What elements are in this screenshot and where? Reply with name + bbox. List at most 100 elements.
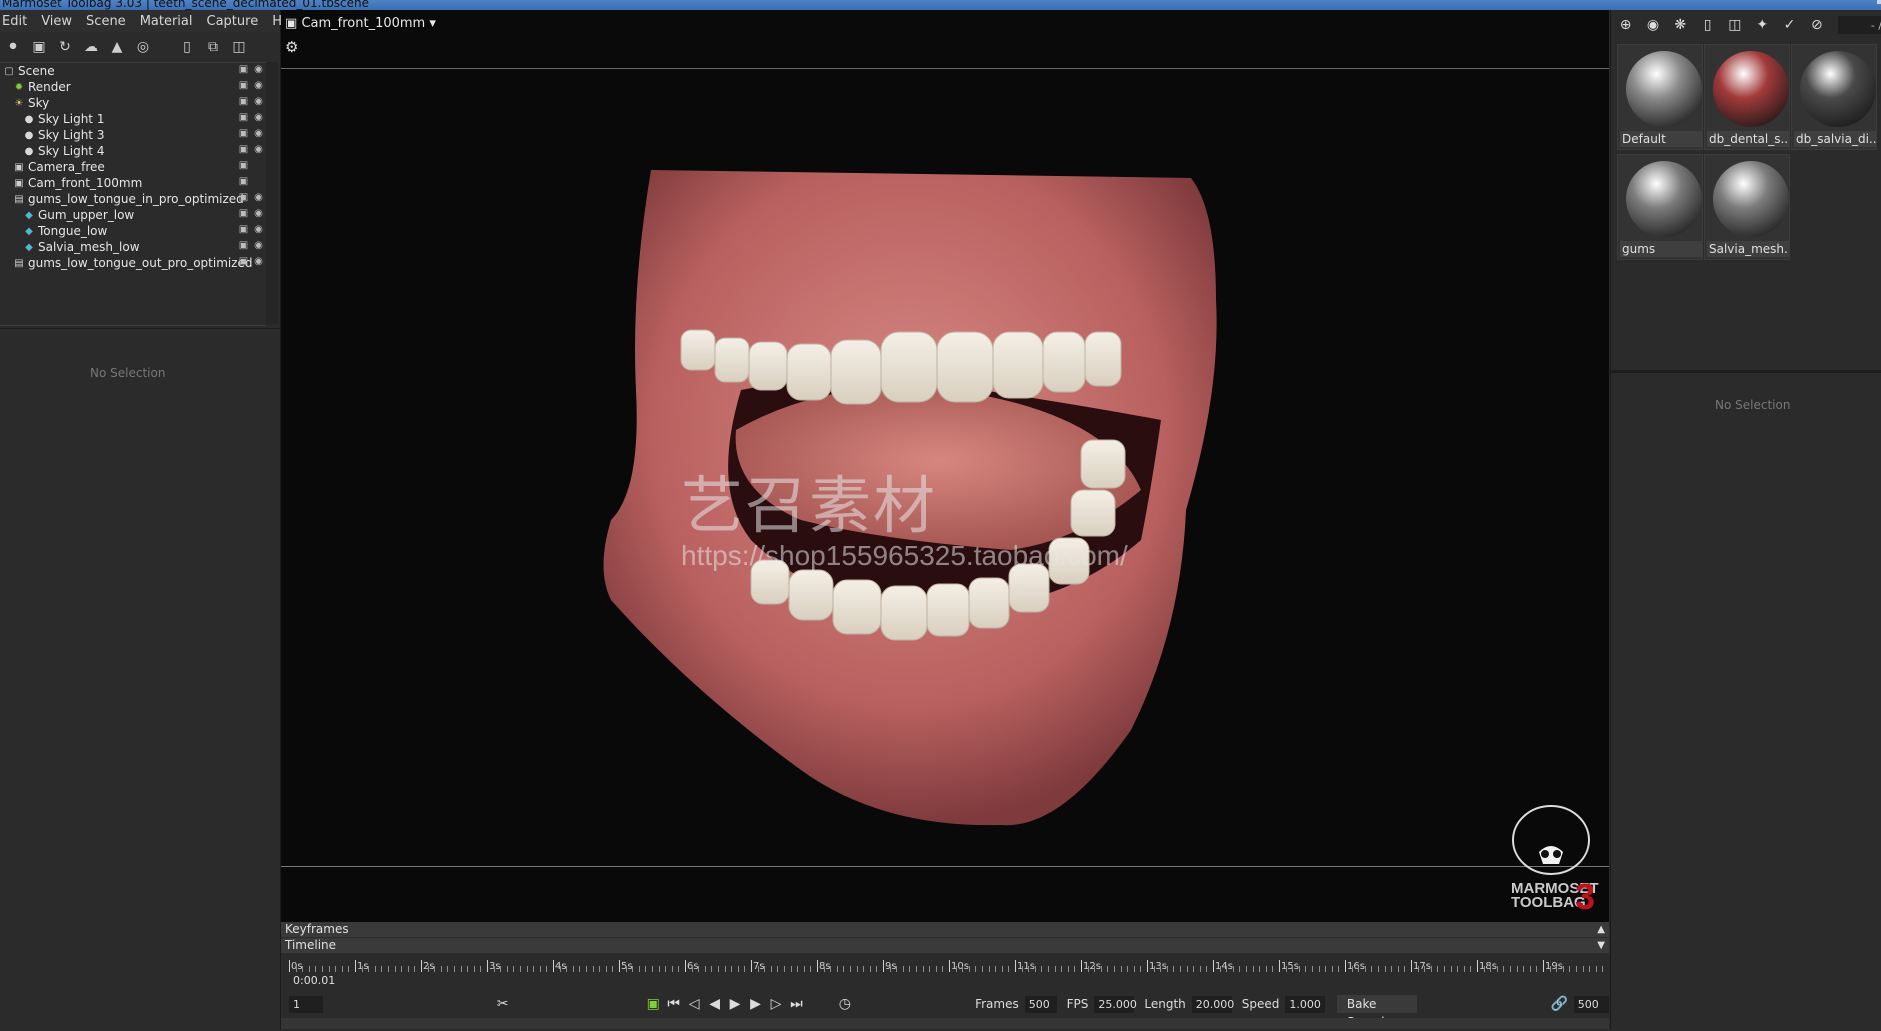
outliner-item[interactable]: ▤gums_low_tongue_out_pro_optimized▣◉ (0, 255, 266, 271)
prev-keyframe-icon[interactable]: ◁ (684, 996, 704, 1012)
lock-icon[interactable]: ▣ (238, 96, 249, 107)
outliner-item[interactable]: ▣Cam_front_100mm▣ (0, 175, 266, 191)
light-icon: ● (22, 129, 36, 141)
lock-icon[interactable]: ▣ (238, 192, 249, 203)
lock-icon[interactable]: ▣ (238, 144, 249, 155)
menu-item-capture[interactable]: Capture (200, 14, 266, 29)
fps-field[interactable]: 25.000 (1094, 996, 1134, 1013)
timeline-ruler[interactable]: 0s1s2s3s4s5s6s7s8s9s10s11s12s13s14s15s16… (289, 960, 1605, 986)
material-grid-icon[interactable]: ❋ (1670, 15, 1691, 35)
menu-item-view[interactable]: View (34, 14, 79, 29)
length-field[interactable]: 20.000 (1192, 996, 1232, 1013)
collapse-icon[interactable]: ▼ (1597, 938, 1605, 953)
lock-icon[interactable]: ▣ (238, 256, 249, 267)
lock-icon[interactable]: ▣ (238, 160, 249, 171)
skip-to-start-icon[interactable]: ⏮ (663, 996, 683, 1012)
picker-icon[interactable]: ✦ (1752, 15, 1773, 35)
fog-icon[interactable]: ☁ (78, 36, 104, 58)
visibility-eye-icon[interactable]: ◉ (253, 128, 264, 139)
timeline-track[interactable] (281, 1018, 1609, 1029)
visibility-eye-icon[interactable]: ◉ (253, 80, 264, 91)
menu-item-material[interactable]: Material (133, 14, 200, 29)
material-swatch[interactable]: db_dental_s... (1704, 44, 1790, 150)
shadow-icon[interactable]: ▲ (104, 36, 130, 58)
trash-icon[interactable]: ◫ (1724, 15, 1745, 35)
scissors-icon[interactable]: ✂ (493, 996, 513, 1012)
lock-icon[interactable]: ▣ (238, 64, 249, 75)
outliner-item[interactable]: ✹Render▣◉ (0, 79, 266, 95)
end-frame-field[interactable]: 500 (1574, 996, 1609, 1013)
keyframes-header[interactable]: Keyframes ▲ (281, 922, 1609, 937)
viewport[interactable]: ▣ Cam_front_100mm ▾ ⚙ (281, 10, 1609, 922)
loop-icon[interactable]: ▣ (643, 996, 663, 1012)
apply-icon[interactable]: ✓ (1779, 15, 1800, 35)
bake-speed-button[interactable]: Bake Speed (1337, 995, 1417, 1013)
material-swatch[interactable]: db_salvia_di... (1791, 44, 1877, 150)
panel-divider[interactable] (1611, 370, 1881, 373)
collapse-icon[interactable]: ▲ (1597, 922, 1605, 937)
outliner-item[interactable]: ◆Tongue_low▣◉ (0, 223, 266, 239)
duplicate-material-icon[interactable]: ◉ (1642, 15, 1663, 35)
camera-selector[interactable]: ▣ Cam_front_100mm ▾ (285, 16, 436, 31)
outliner-item[interactable]: ◆Gum_upper_low▣◉ (0, 207, 266, 223)
panel-divider[interactable] (0, 328, 280, 329)
outliner-item[interactable]: ●Sky Light 1▣◉ (0, 111, 266, 127)
gear-icon[interactable]: ⚙ (285, 38, 298, 56)
visibility-eye-icon[interactable]: ◉ (253, 192, 264, 203)
outliner-item[interactable]: ▢Scene▣◉ (0, 63, 266, 79)
skip-to-end-icon[interactable]: ⏭ (786, 996, 806, 1012)
reflection-icon[interactable]: ◎ (130, 36, 156, 58)
lock-icon[interactable]: ▣ (238, 224, 249, 235)
link-icon[interactable]: 🔗 (1549, 996, 1569, 1012)
material-swatch[interactable]: Default (1617, 44, 1703, 150)
outliner-item[interactable]: ◆Salvia_mesh_low▣◉ (0, 239, 266, 255)
folder-icon[interactable]: ▯ (174, 36, 200, 58)
lock-icon[interactable]: ▣ (238, 128, 249, 139)
outliner-item[interactable]: ●Sky Light 3▣◉ (0, 127, 266, 143)
speed-field[interactable]: 1.000 (1285, 996, 1325, 1013)
next-keyframe-icon[interactable]: ▷ (766, 996, 786, 1012)
folder-icon[interactable]: ▯ (1697, 15, 1718, 35)
outliner-scrollbar[interactable] (266, 62, 278, 324)
material-swatch[interactable]: gums (1617, 154, 1703, 260)
ruler-tick-label: 0s (291, 961, 303, 972)
material-swatch[interactable]: Salvia_mesh... (1704, 154, 1790, 260)
light-icon[interactable]: ⚫ (0, 36, 26, 58)
visibility-eye-icon[interactable]: ◉ (253, 144, 264, 155)
play-icon[interactable]: ▶ (725, 996, 745, 1012)
trash-icon[interactable]: ◫ (226, 36, 252, 58)
lock-icon[interactable]: ▣ (238, 240, 249, 251)
menu-item-edit[interactable]: Edit (0, 14, 34, 29)
lock-icon[interactable]: ▣ (238, 208, 249, 219)
lock-icon[interactable]: ▣ (238, 176, 249, 187)
step-forward-icon[interactable]: ▶ (745, 996, 765, 1012)
speed-dial-icon[interactable]: ◷ (835, 996, 855, 1012)
frames-field[interactable]: 500 (1025, 996, 1057, 1013)
visibility-eye-icon[interactable]: ◉ (253, 256, 264, 267)
visibility-eye-icon[interactable]: ◉ (253, 112, 264, 123)
clear-icon[interactable]: ⊘ (1806, 15, 1827, 35)
duplicate-icon[interactable]: ⧉ (200, 36, 226, 58)
current-frame-field[interactable]: 1 (289, 996, 323, 1013)
ruler-minor-tick (480, 966, 481, 972)
timeline-header[interactable]: Timeline ▼ (281, 938, 1609, 953)
add-material-icon[interactable]: ⊕ (1615, 15, 1636, 35)
current-time: 0:00.01 (293, 974, 335, 987)
visibility-eye-icon[interactable]: ◉ (253, 208, 264, 219)
turntable-icon[interactable]: ↻ (52, 36, 78, 58)
lock-icon[interactable]: ▣ (238, 112, 249, 123)
outliner-item[interactable]: ▣Camera_free▣ (0, 159, 266, 175)
camera-icon[interactable]: ▣ (26, 36, 52, 58)
camera-icon: ▣ (12, 161, 26, 173)
lock-icon[interactable]: ▣ (238, 80, 249, 91)
visibility-eye-icon[interactable]: ◉ (253, 224, 264, 235)
visibility-eye-icon[interactable]: ◉ (253, 64, 264, 75)
outliner-item[interactable]: ▤gums_low_tongue_in_pro_optimized▣◉ (0, 191, 266, 207)
close-button[interactable] (1877, 0, 1881, 4)
menu-item-scene[interactable]: Scene (79, 14, 133, 29)
outliner-item[interactable]: ●Sky Light 4▣◉ (0, 143, 266, 159)
step-back-icon[interactable]: ◀ (704, 996, 724, 1012)
outliner-item[interactable]: ☀Sky▣◉ (0, 95, 266, 111)
visibility-eye-icon[interactable]: ◉ (253, 240, 264, 251)
visibility-eye-icon[interactable]: ◉ (253, 96, 264, 107)
